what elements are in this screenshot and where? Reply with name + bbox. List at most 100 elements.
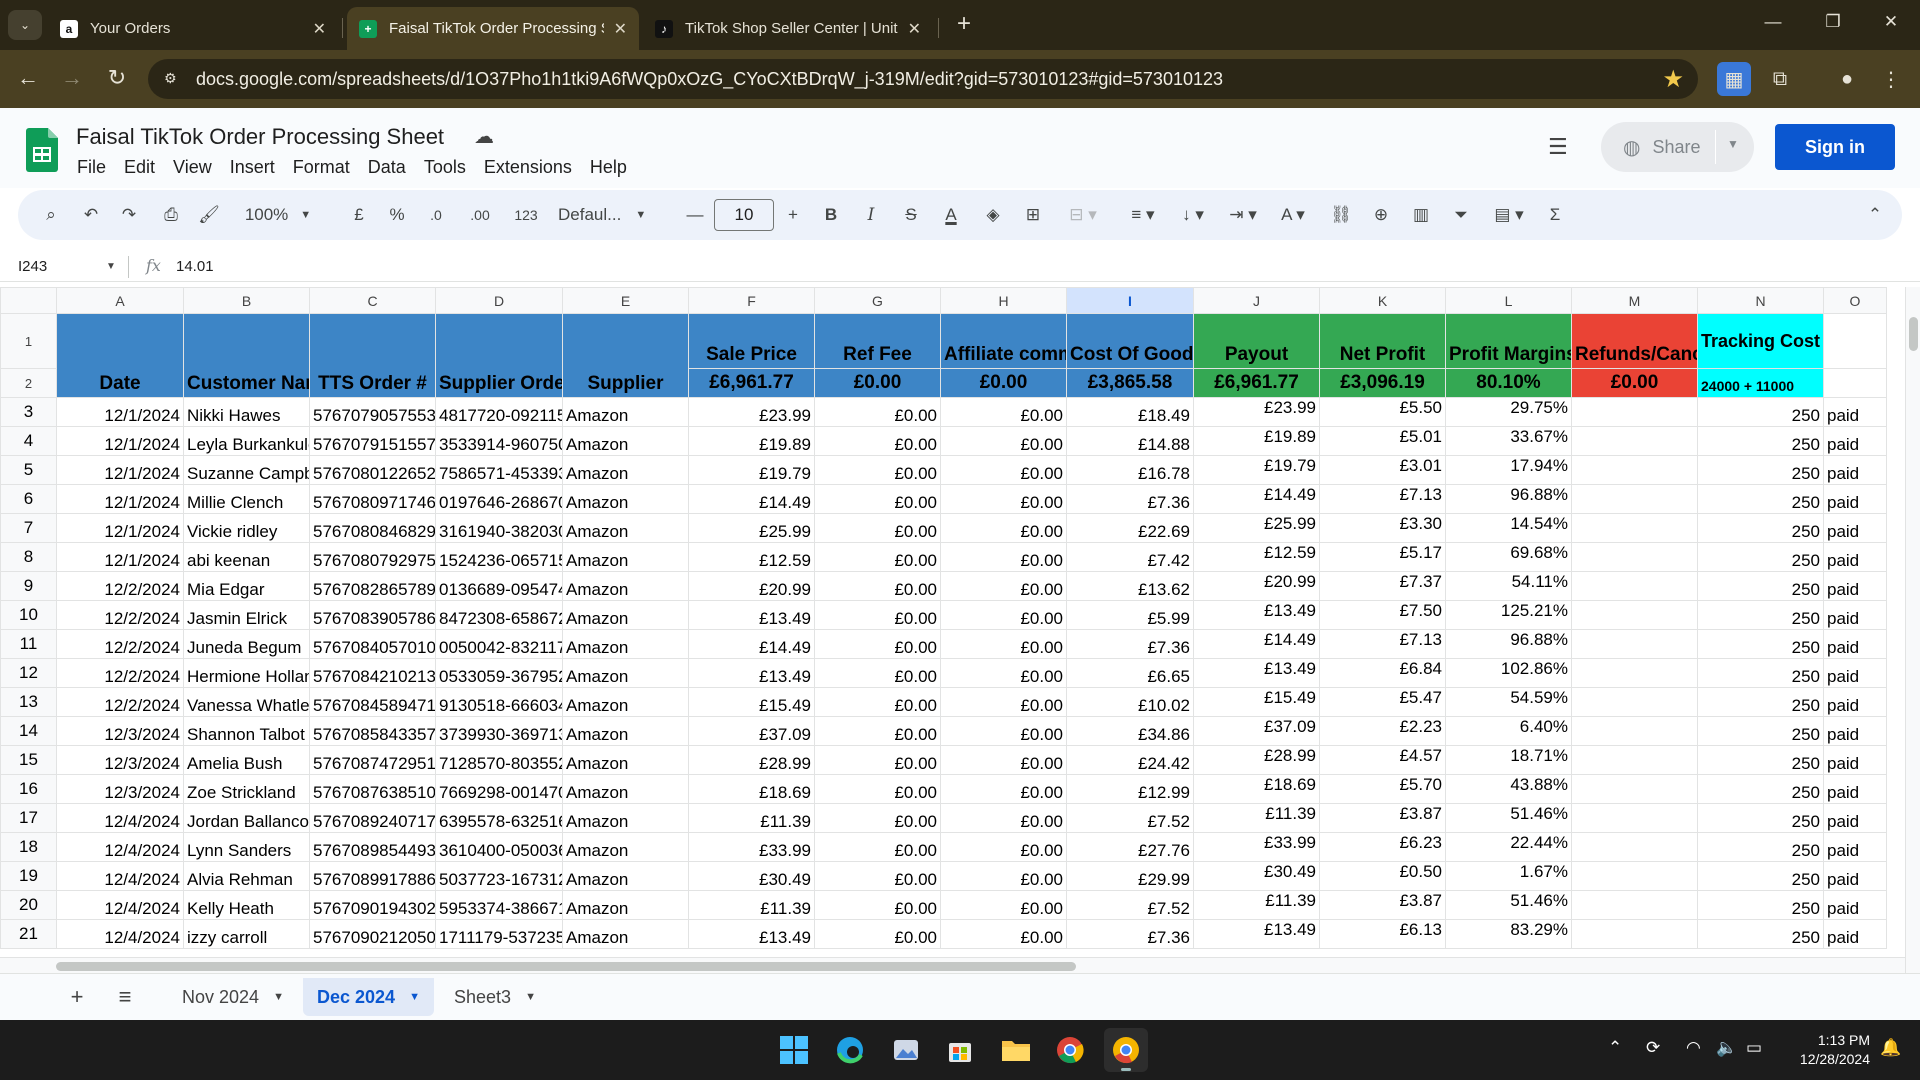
cell-sale-price[interactable]: £37.09 — [688, 716, 815, 746]
name-box[interactable]: I243 — [18, 258, 47, 275]
percent-format-button[interactable]: % — [384, 202, 410, 228]
browser-tab-sheet[interactable]: + Faisal TikTok Order Processing S ✕ — [347, 7, 639, 50]
column-header[interactable]: F — [688, 287, 815, 314]
cell-supplier[interactable]: Amazon — [562, 397, 689, 427]
header-affiliate-commission[interactable]: Affiliate commision — [940, 313, 1067, 369]
cell-status[interactable]: paid — [1823, 774, 1887, 804]
cell-profit-margin[interactable]: 96.88% — [1445, 629, 1572, 659]
cell-payout[interactable]: £13.49 — [1193, 919, 1320, 949]
cell-refund[interactable] — [1571, 571, 1698, 601]
new-tab-icon[interactable]: + — [950, 11, 978, 39]
cell-customer-name[interactable]: Zoe Strickland — [183, 774, 310, 804]
cell-cost-of-goods[interactable]: £22.69 — [1066, 513, 1194, 543]
total-cost-of-goods[interactable]: £3,865.58 — [1066, 368, 1194, 398]
insert-link-icon[interactable]: ⛓ — [1326, 202, 1356, 228]
row-header[interactable]: 2 — [0, 368, 57, 398]
cell-profit-margin[interactable]: 22.44% — [1445, 832, 1572, 862]
edge-icon[interactable] — [828, 1028, 872, 1072]
cell-profit-margin[interactable]: 54.11% — [1445, 571, 1572, 601]
cell-supplier[interactable]: Amazon — [562, 803, 689, 833]
cell-profit-margin[interactable]: 125.21% — [1445, 600, 1572, 630]
cell-date[interactable]: 12/4/2024 — [56, 832, 184, 862]
cell-date[interactable]: 12/2/2024 — [56, 687, 184, 717]
cell-ref-fee[interactable]: £0.00 — [814, 919, 941, 949]
row-header[interactable]: 3 — [0, 397, 57, 427]
cell-tracking-cost[interactable]: 250 — [1697, 890, 1824, 920]
header-date[interactable]: Date — [56, 313, 184, 398]
total-payout[interactable]: £6,961.77 — [1193, 368, 1320, 398]
column-header[interactable]: E — [562, 287, 689, 314]
currency-format-button[interactable]: £ — [346, 202, 372, 228]
battery-icon[interactable]: ▭ — [1746, 1038, 1762, 1058]
bold-icon[interactable]: B — [818, 202, 844, 228]
empty-cell[interactable] — [1823, 313, 1887, 369]
cell-refund[interactable] — [1571, 890, 1698, 920]
cell-tracking-cost[interactable]: 250 — [1697, 803, 1824, 833]
cell-ref-fee[interactable]: £0.00 — [814, 658, 941, 688]
close-tab-icon[interactable]: ✕ — [614, 19, 627, 39]
cell-customer-name[interactable]: Nikki Hawes — [183, 397, 310, 427]
cell-tracking-cost[interactable]: 250 — [1697, 774, 1824, 804]
cell-affiliate[interactable]: £0.00 — [940, 629, 1067, 659]
cell-ref-fee[interactable]: £0.00 — [814, 600, 941, 630]
cell-refund[interactable] — [1571, 832, 1698, 862]
header-sale-price[interactable]: Sale Price — [688, 313, 815, 369]
row-header[interactable]: 4 — [0, 426, 57, 456]
show-hidden-icons-icon[interactable]: ⌃ — [1608, 1038, 1622, 1058]
file-explorer-icon[interactable] — [994, 1028, 1038, 1072]
cell-profit-margin[interactable]: 14.54% — [1445, 513, 1572, 543]
cell-payout[interactable]: £37.09 — [1193, 716, 1320, 746]
address-bar[interactable]: ⚙ docs.google.com/spreadsheets/d/1O37Pho… — [148, 59, 1698, 99]
column-header-selected[interactable]: I — [1066, 287, 1194, 314]
cell-supplier[interactable]: Amazon — [562, 716, 689, 746]
wifi-icon[interactable]: ◠ — [1686, 1038, 1701, 1058]
cell-ref-fee[interactable]: £0.00 — [814, 542, 941, 572]
cell-status[interactable]: paid — [1823, 745, 1887, 775]
start-icon[interactable] — [772, 1028, 816, 1072]
cell-net-profit[interactable]: £6.13 — [1319, 919, 1446, 949]
cell-tracking-cost[interactable]: 250 — [1697, 600, 1824, 630]
menu-view[interactable]: View — [164, 155, 221, 180]
number-format-button[interactable]: 123 — [506, 202, 546, 228]
cell-date[interactable]: 12/4/2024 — [56, 861, 184, 891]
row-header[interactable]: 14 — [0, 716, 57, 746]
cell-refund[interactable] — [1571, 542, 1698, 572]
cell-supplier-order[interactable]: 3610400-0500367 — [435, 832, 563, 862]
text-color-icon[interactable]: A — [936, 202, 966, 228]
cell-customer-name[interactable]: izzy carroll — [183, 919, 310, 949]
menu-help[interactable]: Help — [581, 155, 636, 180]
cell-date[interactable]: 12/1/2024 — [56, 484, 184, 514]
print-icon[interactable]: ⎙ — [156, 202, 186, 228]
cell-refund[interactable] — [1571, 861, 1698, 891]
cell-status[interactable]: paid — [1823, 716, 1887, 746]
cell-supplier-order[interactable]: 0197646-2686709 — [435, 484, 563, 514]
functions-sigma-icon[interactable]: Σ — [1540, 202, 1570, 228]
sign-in-button[interactable]: Sign in — [1775, 124, 1895, 170]
cell-customer-name[interactable]: Juneda Begum — [183, 629, 310, 659]
menu-file[interactable]: File — [68, 155, 115, 180]
cell-net-profit[interactable]: £3.30 — [1319, 513, 1446, 543]
cell-tts-order[interactable]: 5767079151557 — [309, 426, 436, 456]
cell-profit-margin[interactable]: 54.59% — [1445, 687, 1572, 717]
cell-date[interactable]: 12/4/2024 — [56, 803, 184, 833]
cell-date[interactable]: 12/1/2024 — [56, 513, 184, 543]
cell-date[interactable]: 12/2/2024 — [56, 600, 184, 630]
cell-supplier-order[interactable]: 5037723-1673124 — [435, 861, 563, 891]
cell-affiliate[interactable]: £0.00 — [940, 861, 1067, 891]
row-header[interactable]: 6 — [0, 484, 57, 514]
cell-sale-price[interactable]: £23.99 — [688, 397, 815, 427]
total-affiliate[interactable]: £0.00 — [940, 368, 1067, 398]
restore-icon[interactable]: ❐ — [1818, 12, 1848, 38]
cell-status[interactable]: paid — [1823, 571, 1887, 601]
chevron-down-icon[interactable]: ▼ — [409, 991, 420, 1003]
extensions-puzzle-icon[interactable]: ⧉ — [1763, 62, 1797, 96]
cell-status[interactable]: paid — [1823, 658, 1887, 688]
cell-supplier-order[interactable]: 5953374-3866714 — [435, 890, 563, 920]
cell-supplier-order[interactable]: 1524236-0657150 — [435, 542, 563, 572]
cell-profit-margin[interactable]: 51.46% — [1445, 803, 1572, 833]
cell-payout[interactable]: £11.39 — [1193, 890, 1320, 920]
cell-net-profit[interactable]: £3.01 — [1319, 455, 1446, 485]
cell-tts-order[interactable]: 5767083905786 — [309, 600, 436, 630]
sheet-tab-dec-2024[interactable]: Dec 2024 ▼ — [303, 978, 434, 1016]
search-icon[interactable]: ⌕ — [36, 202, 66, 228]
